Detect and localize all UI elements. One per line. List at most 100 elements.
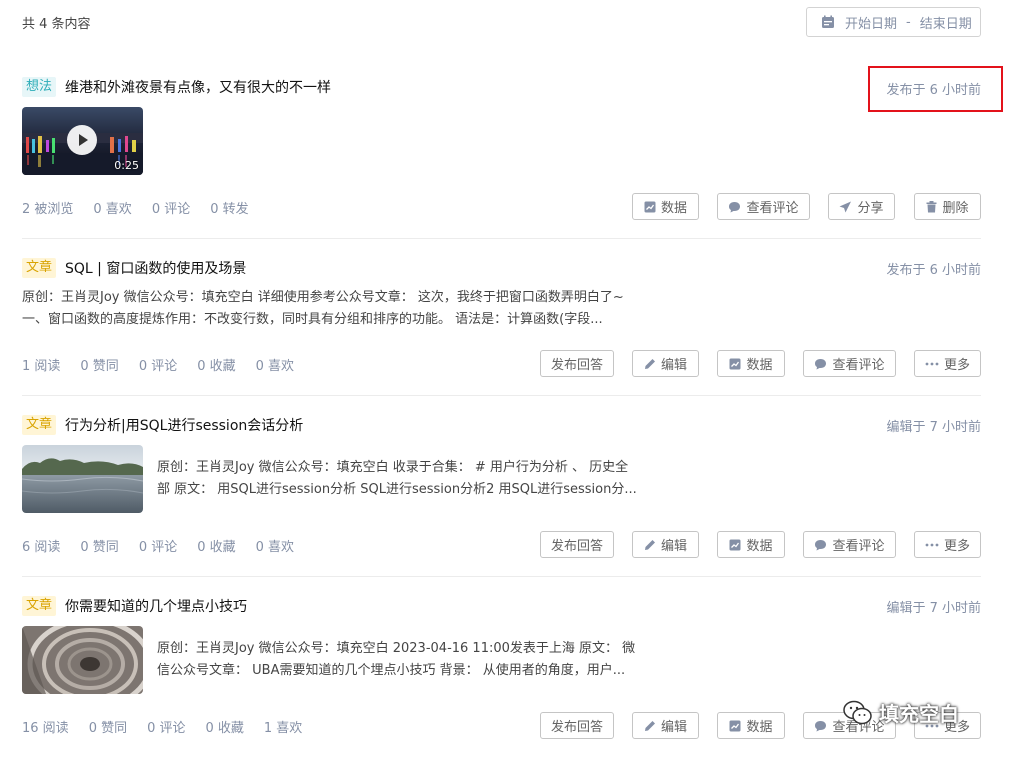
publish-answer-button[interactable]: 发布回答: [540, 531, 614, 558]
more-button-label: 更多: [943, 358, 970, 373]
view-comments-label: 查看评论: [746, 201, 799, 216]
share-button[interactable]: 分享: [828, 193, 895, 220]
data-button[interactable]: 数据: [717, 712, 785, 739]
data-button-label: 数据: [746, 358, 773, 373]
stat-comments: 0 评论: [151, 202, 191, 217]
more-button[interactable]: 更多: [914, 531, 981, 558]
content-item-2: 文章 SQL | 窗口函数的使用及场景 发布于 6 小时前 原创：王肖灵Joy …: [0, 257, 1011, 387]
date-end: 结束日期: [919, 16, 972, 32]
excerpt-line-2: 一、窗口函数的高度提炼作用：不改变行数，同时具有分组和排序的功能。 语法是：计算…: [22, 312, 603, 327]
data-button[interactable]: 数据: [717, 350, 785, 377]
view-comments-button[interactable]: 查看评论: [717, 193, 810, 220]
stat-upvotes: 0 赞同: [80, 540, 119, 555]
item-title-row: 想法 维港和外滩夜景有点像，又有很大的不一样: [22, 76, 331, 98]
total-count: 共 4 条内容: [22, 17, 91, 32]
stat-likes: 0 喜欢: [93, 202, 132, 217]
data-button-label: 数据: [746, 720, 773, 735]
excerpt-line-1: 原创：王肖灵Joy 微信公众号：填充空白 收录于合集： # 用户行为分析 、 历…: [157, 460, 629, 475]
watermark-text: 填充空白: [879, 702, 959, 726]
stat-reposts: 0 转发: [210, 202, 249, 217]
tag-article: 文章: [22, 415, 57, 435]
article-thumbnail[interactable]: [22, 445, 143, 513]
article-thumbnail[interactable]: [22, 626, 143, 694]
delete-button[interactable]: 删除: [914, 193, 981, 220]
date-start: 开始日期: [845, 16, 898, 32]
more-dots-icon: [925, 543, 939, 546]
item-excerpt[interactable]: 原创：王肖灵Joy 微信公众号：填充空白 2023-04-16 11:00发表于…: [157, 638, 657, 682]
chart-icon: [729, 358, 741, 369]
stat-reads: 1 阅读: [22, 359, 61, 374]
watermark: 填充空白: [843, 698, 959, 727]
delete-button-label: 删除: [942, 201, 969, 216]
edit-button[interactable]: 编辑: [632, 531, 699, 558]
item-excerpt[interactable]: 原创：王肖灵Joy 微信公众号：填充空白 详细使用参考公众号文章： 这次，我终于…: [22, 287, 662, 331]
comment-icon: [815, 358, 827, 369]
stat-likes: 0 喜欢: [255, 359, 295, 374]
content-item-4: 文章 你需要知道的几个埋点小技巧 编辑于 7 小时前 原创：王肖灵Joy 微信公…: [0, 595, 1011, 757]
publish-answer-label: 发布回答: [550, 720, 603, 735]
comment-icon: [815, 539, 827, 550]
excerpt-line-1: 原创：王肖灵Joy 微信公众号：填充空白 2023-04-16 11:00发表于…: [157, 641, 636, 656]
edit-button-label: 编辑: [660, 720, 687, 735]
view-comments-button[interactable]: 查看评论: [803, 350, 896, 377]
comment-icon: [815, 720, 827, 731]
stat-comments: 0 评论: [147, 721, 186, 736]
more-button[interactable]: 更多: [914, 350, 981, 377]
publish-answer-button[interactable]: 发布回答: [540, 350, 614, 377]
item-stats: 6 阅读 0 赞同 0 评论 0 收藏 0 喜欢: [22, 536, 314, 555]
share-button-label: 分享: [857, 201, 884, 216]
more-dots-icon: [925, 362, 939, 365]
chart-icon: [644, 201, 656, 212]
data-button-label: 数据: [746, 539, 773, 554]
item-title[interactable]: SQL | 窗口函数的使用及场景: [65, 258, 246, 278]
content-item-3: 文章 行为分析|用SQL进行session会话分析 编辑于 7 小时前 原创：王…: [0, 414, 1011, 564]
data-button[interactable]: 数据: [717, 531, 785, 558]
excerpt-line-1: 原创：王肖灵Joy 微信公众号：填充空白 详细使用参考公众号文章： 这次，我终于…: [22, 290, 624, 305]
view-comments-label: 查看评论: [832, 539, 885, 554]
publish-time: 编辑于 7 小时前: [886, 601, 981, 616]
stat-reads: 16 阅读: [22, 721, 69, 736]
list-header: 共 4 条内容 开始日期 - 结束日期: [0, 0, 1011, 50]
edit-button[interactable]: 编辑: [632, 712, 699, 739]
excerpt-line-2: 部 原文： 用SQL进行session分析 SQL进行session分析2 用S…: [157, 482, 637, 497]
content-item-1: 想法 维港和外滩夜景有点像，又有很大的不一样 发布于 6 小时前 0:25 2 …: [0, 76, 1011, 236]
data-button[interactable]: 数据: [632, 193, 699, 220]
item-title[interactable]: 维港和外滩夜景有点像，又有很大的不一样: [65, 77, 331, 97]
item-excerpt[interactable]: 原创：王肖灵Joy 微信公众号：填充空白 收录于合集： # 用户行为分析 、 历…: [157, 457, 657, 501]
item-stats: 2 被浏览 0 喜欢 0 评论 0 转发: [22, 198, 269, 217]
edit-button[interactable]: 编辑: [632, 350, 699, 377]
stat-favorites: 0 收藏: [197, 540, 236, 555]
publish-time: 编辑于 7 小时前: [886, 420, 981, 435]
more-button-label: 更多: [943, 539, 970, 554]
publish-time-highlight-box: [868, 66, 1003, 112]
stat-favorites: 0 收藏: [197, 359, 236, 374]
publish-answer-button[interactable]: 发布回答: [540, 712, 614, 739]
tag-article: 文章: [22, 258, 57, 278]
tag-article: 文章: [22, 596, 57, 616]
excerpt-line-2: 信公众号文章： UBA需要知道的几个埋点小技巧 背景： 从使用者的角度，用户..…: [157, 663, 626, 678]
stat-likes: 0 喜欢: [255, 540, 295, 555]
stat-favorites: 0 收藏: [205, 721, 244, 736]
item-title[interactable]: 你需要知道的几个埋点小技巧: [65, 596, 247, 616]
video-duration: 0:25: [114, 159, 139, 172]
publish-answer-label: 发布回答: [550, 358, 603, 373]
stat-likes: 1 喜欢: [263, 721, 303, 736]
play-icon[interactable]: [67, 125, 97, 155]
view-comments-button[interactable]: 查看评论: [803, 531, 896, 558]
stat-upvotes: 0 赞同: [80, 359, 119, 374]
date-range-picker[interactable]: 开始日期 - 结束日期: [806, 7, 981, 37]
item-stats: 16 阅读 0 赞同 0 评论 0 收藏 1 喜欢: [22, 717, 322, 736]
trash-icon: [926, 200, 937, 212]
item-title-row: 文章 SQL | 窗口函数的使用及场景: [22, 257, 246, 279]
item-title-row: 文章 行为分析|用SQL进行session会话分析: [22, 414, 303, 436]
wechat-icon: [843, 700, 872, 724]
video-thumbnail[interactable]: 0:25: [22, 107, 143, 175]
pencil-icon: [644, 720, 655, 731]
edit-button-label: 编辑: [660, 358, 687, 373]
chart-icon: [729, 539, 741, 550]
view-comments-label: 查看评论: [832, 358, 885, 373]
item-stats: 1 阅读 0 赞同 0 评论 0 收藏 0 喜欢: [22, 355, 314, 374]
send-icon: [839, 201, 852, 212]
chart-icon: [729, 720, 741, 731]
item-title[interactable]: 行为分析|用SQL进行session会话分析: [65, 415, 303, 435]
